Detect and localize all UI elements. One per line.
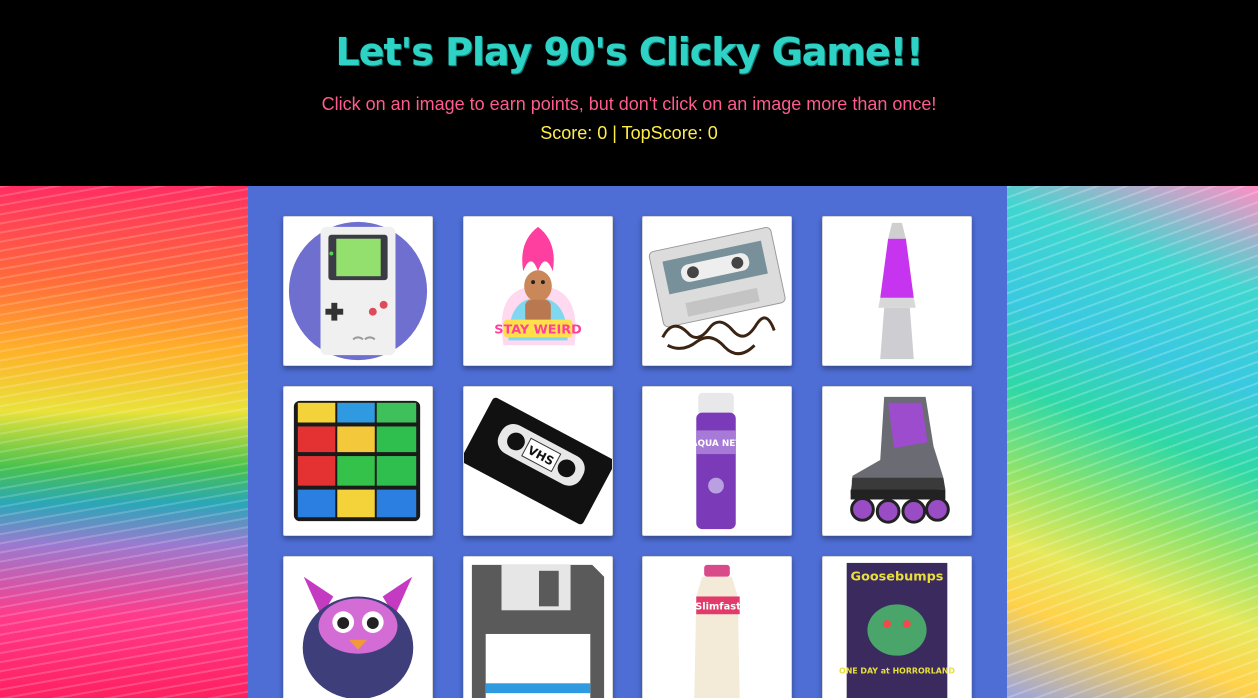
troll-doll-caption: STAY WEIRD	[494, 322, 582, 337]
slinky-background-left	[0, 186, 248, 698]
goosebumps-card[interactable]: Goosebumps ONE DAY at HORRORLAND	[822, 556, 972, 698]
slimfast-card[interactable]: Slimfast	[642, 556, 792, 698]
instructions-text: Click on an image to earn points, but do…	[321, 94, 937, 114]
hairspray-can-icon: AQUA NET	[691, 392, 742, 530]
image-grid: STAY WEIRD VHS AQUA NET Slimfast Goosebu…	[248, 186, 1007, 698]
rubiks-cube-icon	[293, 400, 421, 522]
furby-icon	[302, 576, 414, 698]
rollerblade-card[interactable]	[822, 386, 972, 536]
game-boy-icon	[288, 221, 428, 361]
slimfast-label: Slimfast	[695, 601, 741, 612]
score-display: Score: 0 | TopScore: 0	[540, 123, 718, 143]
troll-doll-card[interactable]: STAY WEIRD	[463, 216, 613, 366]
goosebumps-subtitle: ONE DAY at HORRORLAND	[839, 666, 955, 675]
goosebumps-book-icon: Goosebumps ONE DAY at HORRORLAND	[839, 562, 955, 698]
gameboy-card[interactable]	[283, 216, 433, 366]
floppy-disk-card[interactable]	[463, 556, 613, 698]
vhs-tape-card[interactable]: VHS	[463, 386, 613, 536]
slimfast-bottle-icon: Slimfast	[694, 564, 741, 698]
floppy-disk-icon	[471, 564, 605, 698]
vhs-tape-icon: VHS	[464, 397, 612, 525]
header: Let's Play 90's Clicky Game!! Click on a…	[0, 0, 1258, 186]
lava-lamp-icon	[878, 222, 916, 360]
page-title: Let's Play 90's Clicky Game!!	[335, 30, 924, 74]
cassette-tape-icon	[648, 227, 786, 356]
troll-doll-icon: STAY WEIRD	[494, 226, 582, 346]
slinky-background-right	[1007, 186, 1258, 698]
aqua-net-label: AQUA NET	[691, 439, 742, 449]
rollerblade-icon	[850, 396, 950, 524]
rubiks-cube-card[interactable]	[283, 386, 433, 536]
aqua-net-card[interactable]: AQUA NET	[642, 386, 792, 536]
goosebumps-title: Goosebumps	[851, 570, 944, 585]
furby-card[interactable]	[283, 556, 433, 698]
lava-lamp-card[interactable]	[822, 216, 972, 366]
cassette-tape-card[interactable]	[642, 216, 792, 366]
